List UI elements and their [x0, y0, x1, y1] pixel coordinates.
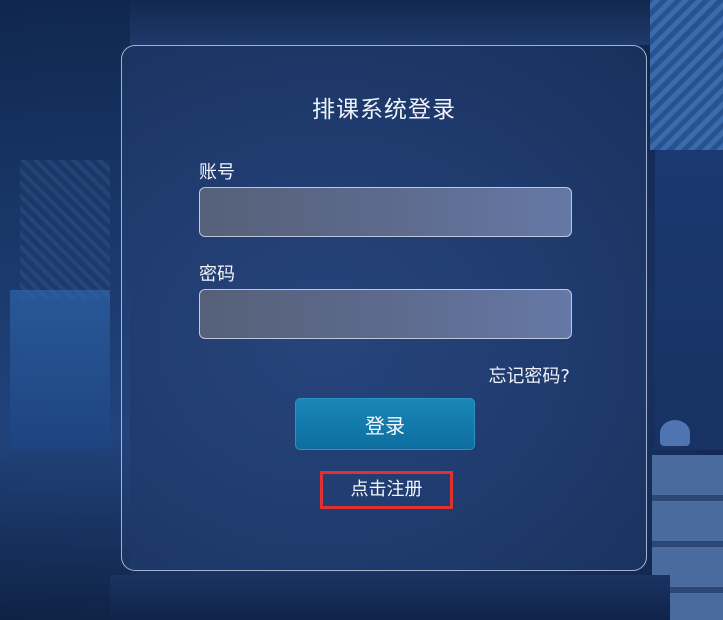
username-input[interactable] [199, 187, 572, 237]
background-pattern-right [650, 0, 723, 150]
background-lamp [660, 420, 690, 446]
password-label: 密码 [199, 264, 235, 285]
login-title: 排课系统登录 [312, 97, 456, 123]
login-card: 排课系统登录 账号 密码 忘记密码? 登录 点击注册 [121, 45, 647, 571]
background-wall-right [655, 150, 723, 450]
login-button[interactable]: 登录 [295, 398, 475, 450]
background-floor [110, 575, 670, 620]
password-input[interactable] [199, 289, 572, 339]
username-label: 账号 [199, 162, 235, 183]
background-ceiling [130, 0, 650, 45]
forgot-password-link[interactable]: 忘记密码? [488, 362, 570, 388]
background-pattern-left [20, 160, 110, 300]
register-link[interactable]: 点击注册 [320, 471, 453, 509]
background-panel-left [10, 290, 110, 450]
